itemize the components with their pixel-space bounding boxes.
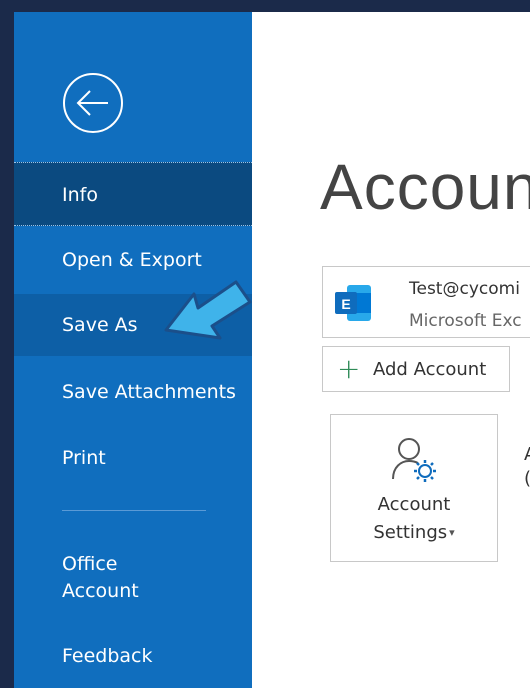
sidebar-item-label: Feedback: [62, 645, 153, 667]
back-arrow-icon: [63, 73, 123, 133]
outlook-backstage-window: Info Open & Export Save As Save Attachme…: [0, 0, 530, 688]
account-settings-label-text: Settings: [373, 522, 448, 543]
back-button[interactable]: [62, 72, 124, 134]
window-top-border: [0, 0, 530, 12]
sidebar-item-save-attachments[interactable]: Save Attachments: [14, 362, 252, 422]
plus-icon: +: [337, 352, 361, 385]
exchange-icon: E: [333, 283, 373, 323]
account-email: Test@cycomi: [409, 279, 520, 299]
clipped-description-text: (: [524, 468, 530, 489]
backstage-main: Accoun E Test@cycomi Microsoft Exc + Add…: [252, 12, 530, 688]
add-account-button[interactable]: + Add Account: [322, 346, 510, 392]
account-settings-button[interactable]: Account Settings ▾: [330, 414, 498, 562]
svg-text:E: E: [341, 296, 350, 312]
sidebar-item-label: Info: [62, 184, 98, 206]
account-settings-label-line1: Account: [377, 494, 451, 515]
sidebar-item-feedback[interactable]: Feedback: [14, 628, 252, 684]
add-account-label: Add Account: [373, 359, 487, 380]
sidebar-item-label: Open & Export: [62, 249, 202, 271]
sidebar-item-label: Save Attachments: [62, 381, 236, 403]
clipped-description-text: A: [524, 444, 530, 465]
window-left-border: [0, 0, 14, 688]
pointer-arrow-icon: [160, 278, 260, 350]
sidebar-item-office-account[interactable]: Office Account: [14, 548, 252, 608]
account-card[interactable]: E Test@cycomi Microsoft Exc: [322, 266, 530, 338]
sidebar-item-label: Print: [62, 447, 106, 469]
chevron-down-icon: ▾: [449, 526, 455, 539]
account-settings-label: Account Settings ▾: [331, 491, 497, 547]
sidebar-item-print[interactable]: Print: [14, 428, 252, 488]
sidebar-divider: [62, 510, 206, 511]
sidebar-item-info[interactable]: Info: [14, 162, 252, 226]
sidebar-item-label-line1: Office: [62, 553, 118, 575]
sidebar-item-label-line2: Account: [62, 580, 139, 602]
page-title: Accoun: [320, 151, 530, 223]
sidebar-item-label: Save As: [62, 314, 138, 336]
account-settings-label-line2: Settings ▾: [331, 519, 497, 547]
account-type: Microsoft Exc: [409, 311, 522, 331]
account-settings-icon: [389, 433, 441, 485]
